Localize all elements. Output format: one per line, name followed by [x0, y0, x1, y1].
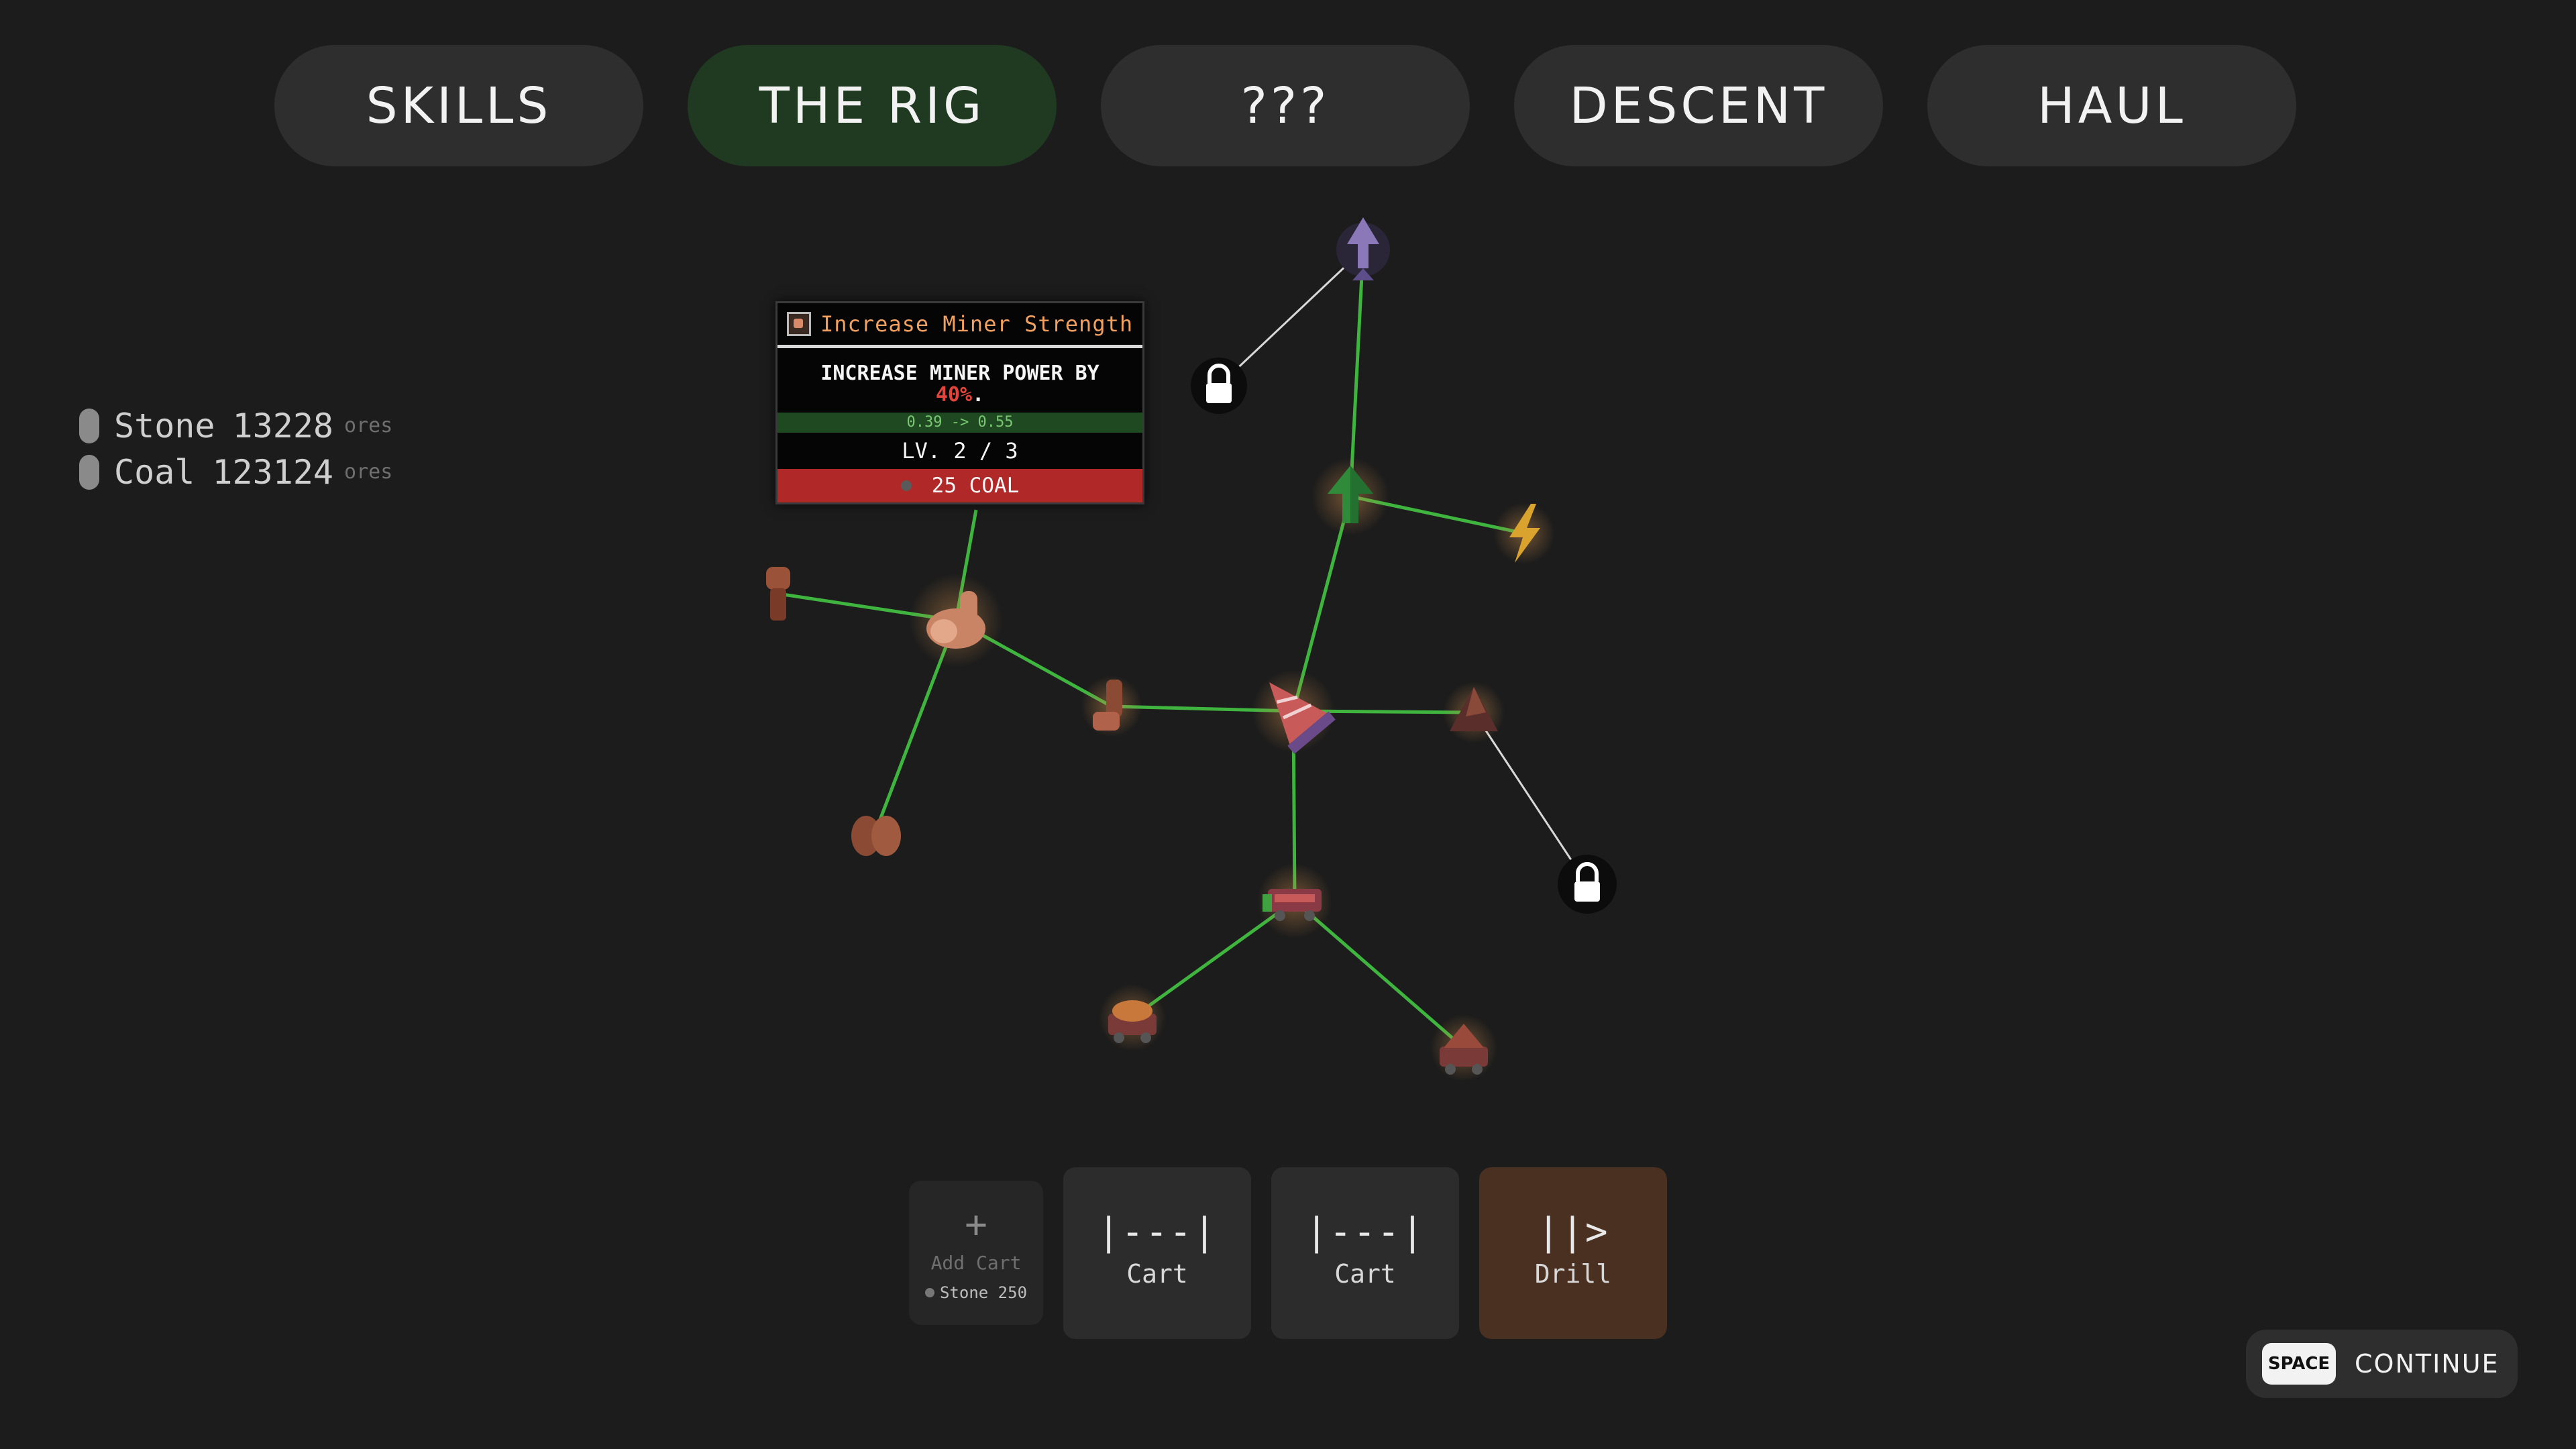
- drill-head-icon: ||>: [1537, 1210, 1609, 1254]
- ore-cart-icon[interactable]: [1099, 984, 1166, 1051]
- continue-label: CONTINUE: [2355, 1349, 2500, 1379]
- tooltip-description: INCREASE MINER POWER BY 40%.: [777, 348, 1142, 413]
- cart-icon: |---|: [1097, 1210, 1218, 1254]
- flexed-arm-icon[interactable]: [909, 574, 1003, 667]
- drill-tip-icon[interactable]: [1336, 217, 1390, 280]
- flexed-arm-icon: [787, 312, 811, 336]
- cart-icon: |---|: [1305, 1210, 1426, 1254]
- space-key-icon: SPACE: [2262, 1343, 2336, 1385]
- drill-icon[interactable]: [1248, 665, 1336, 755]
- stone-icon: [924, 1288, 934, 1297]
- cart-slot-1[interactable]: |---| Cart: [1063, 1167, 1251, 1339]
- drill-label: Drill: [1534, 1259, 1612, 1289]
- add-cart-button[interactable]: + Add Cart Stone 250: [909, 1181, 1043, 1325]
- continue-button[interactable]: SPACE CONTINUE: [2246, 1330, 2518, 1398]
- lightning-icon[interactable]: [1493, 502, 1555, 564]
- tooltip-header: Increase Miner Strength: [777, 303, 1142, 348]
- add-cart-cost: Stone 250: [909, 1283, 1043, 1302]
- add-cart-label: Add Cart: [930, 1252, 1022, 1274]
- tooltip-desc-text: INCREASE MINER POWER BY: [820, 362, 1099, 385]
- cart-engine-icon[interactable]: [1257, 863, 1332, 938]
- cart-slot-2[interactable]: |---| Cart: [1271, 1167, 1459, 1339]
- lock-icon[interactable]: [1558, 855, 1617, 914]
- tooltip-title: Increase Miner Strength: [820, 311, 1134, 337]
- tooltip-cost[interactable]: 25 COAL: [777, 469, 1142, 502]
- tooltip-desc-end: .: [972, 383, 985, 407]
- coal-icon: [900, 480, 912, 491]
- drill-slot[interactable]: ||> Drill: [1479, 1167, 1667, 1339]
- tooltip-level: LV. 2 / 3: [902, 438, 1018, 464]
- rock-pile-icon[interactable]: [1443, 682, 1505, 743]
- tooltip-desc-pct: 40%: [935, 383, 973, 407]
- pickaxe-arm-icon[interactable]: [1081, 676, 1142, 737]
- ore-cart-heap-icon[interactable]: [1430, 1014, 1497, 1081]
- cart-label: Cart: [1334, 1259, 1396, 1289]
- tooltip-cost-label: 25 COAL: [931, 474, 1020, 498]
- cart-label: Cart: [1126, 1259, 1188, 1289]
- upgrade-arrow-icon[interactable]: [1311, 458, 1389, 535]
- add-cart-cost-label: Stone 250: [939, 1283, 1028, 1302]
- upgrade-tooltip: Increase Miner Strength INCREASE MINER P…: [775, 301, 1144, 504]
- tooltip-stat-change: 0.39 -> 0.55: [777, 413, 1142, 433]
- lock-icon[interactable]: [1191, 358, 1247, 414]
- hands-icon[interactable]: [851, 816, 901, 856]
- plus-icon: +: [965, 1203, 987, 1246]
